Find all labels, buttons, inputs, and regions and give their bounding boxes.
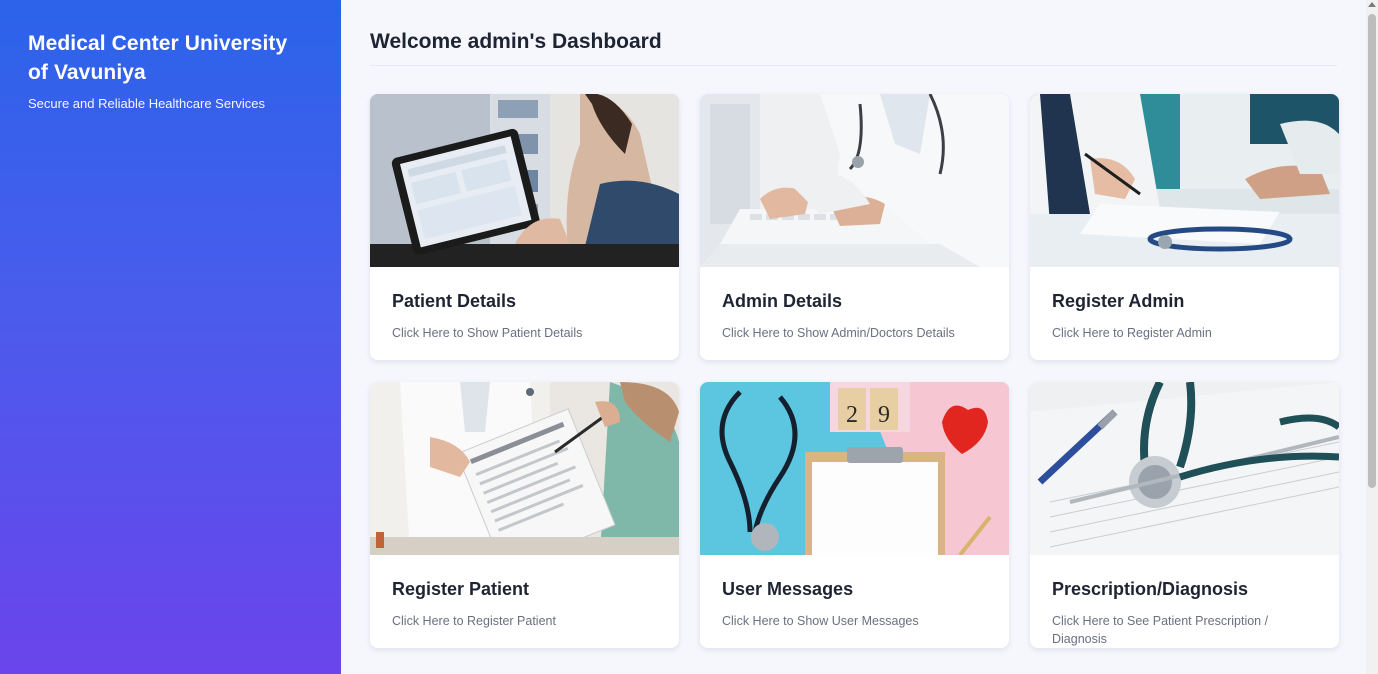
card-title: Register Patient <box>392 579 530 599</box>
doctor-typing-photo <box>700 94 1009 267</box>
card-description: Click Here to Show Patient Details <box>392 326 583 340</box>
doctor-writing-photo <box>1030 94 1339 267</box>
card-description: Click Here to Show User Messages <box>722 614 919 628</box>
scroll-up-arrow-icon[interactable] <box>1368 2 1376 7</box>
stethoscope-clipboard-photo: 2 9 <box>700 382 1009 555</box>
main-content: Welcome admin's Dashboard Patient Detail… <box>341 0 1366 674</box>
card-description: Click Here to Register Admin <box>1052 326 1212 340</box>
prescription-diagnosis-card[interactable]: Prescription/Diagnosis Click Here to See… <box>1030 382 1339 648</box>
card-title: User Messages <box>722 579 854 599</box>
card-title: Prescription/Diagnosis <box>1052 579 1249 599</box>
app-window: Medical Center University of Vavuniya Se… <box>0 0 1378 674</box>
page-title: Welcome admin's Dashboard <box>370 0 1337 66</box>
scroll-thumb[interactable] <box>1368 14 1376 488</box>
card-title: Register Admin <box>1052 291 1185 311</box>
card-title: Patient Details <box>392 291 517 311</box>
svg-text:9: 9 <box>878 402 890 428</box>
register-patient-card[interactable]: Register Patient Click Here to Register … <box>370 382 679 648</box>
tablet-clinic-photo <box>370 94 679 267</box>
stethoscope-pen-photo <box>1030 382 1339 555</box>
sidebar: Medical Center University of Vavuniya Se… <box>0 0 341 674</box>
registration-form-photo <box>370 382 679 555</box>
card-description: Click Here to Show Admin/Doctors Details <box>722 326 955 340</box>
card-title: Admin Details <box>722 291 843 311</box>
brand-title: Medical Center University of Vavuniya <box>28 32 288 84</box>
brand-tagline: Secure and Reliable Healthcare Services <box>28 96 266 111</box>
svg-text:2: 2 <box>846 402 858 428</box>
card-description: Click Here to See Patient Prescription /… <box>1052 614 1269 646</box>
dashboard-grid: Patient Details Click Here to Show Patie… <box>370 94 1339 648</box>
user-messages-card[interactable]: 2 9 User Messages Click Here to Show Use… <box>700 382 1009 648</box>
register-admin-card[interactable]: Register Admin Click Here to Register Ad… <box>1030 94 1339 360</box>
admin-details-card[interactable]: Admin Details Click Here to Show Admin/D… <box>700 94 1009 360</box>
patient-details-card[interactable]: Patient Details Click Here to Show Patie… <box>370 94 679 360</box>
card-description: Click Here to Register Patient <box>392 614 556 628</box>
vertical-scrollbar[interactable] <box>1366 0 1378 674</box>
